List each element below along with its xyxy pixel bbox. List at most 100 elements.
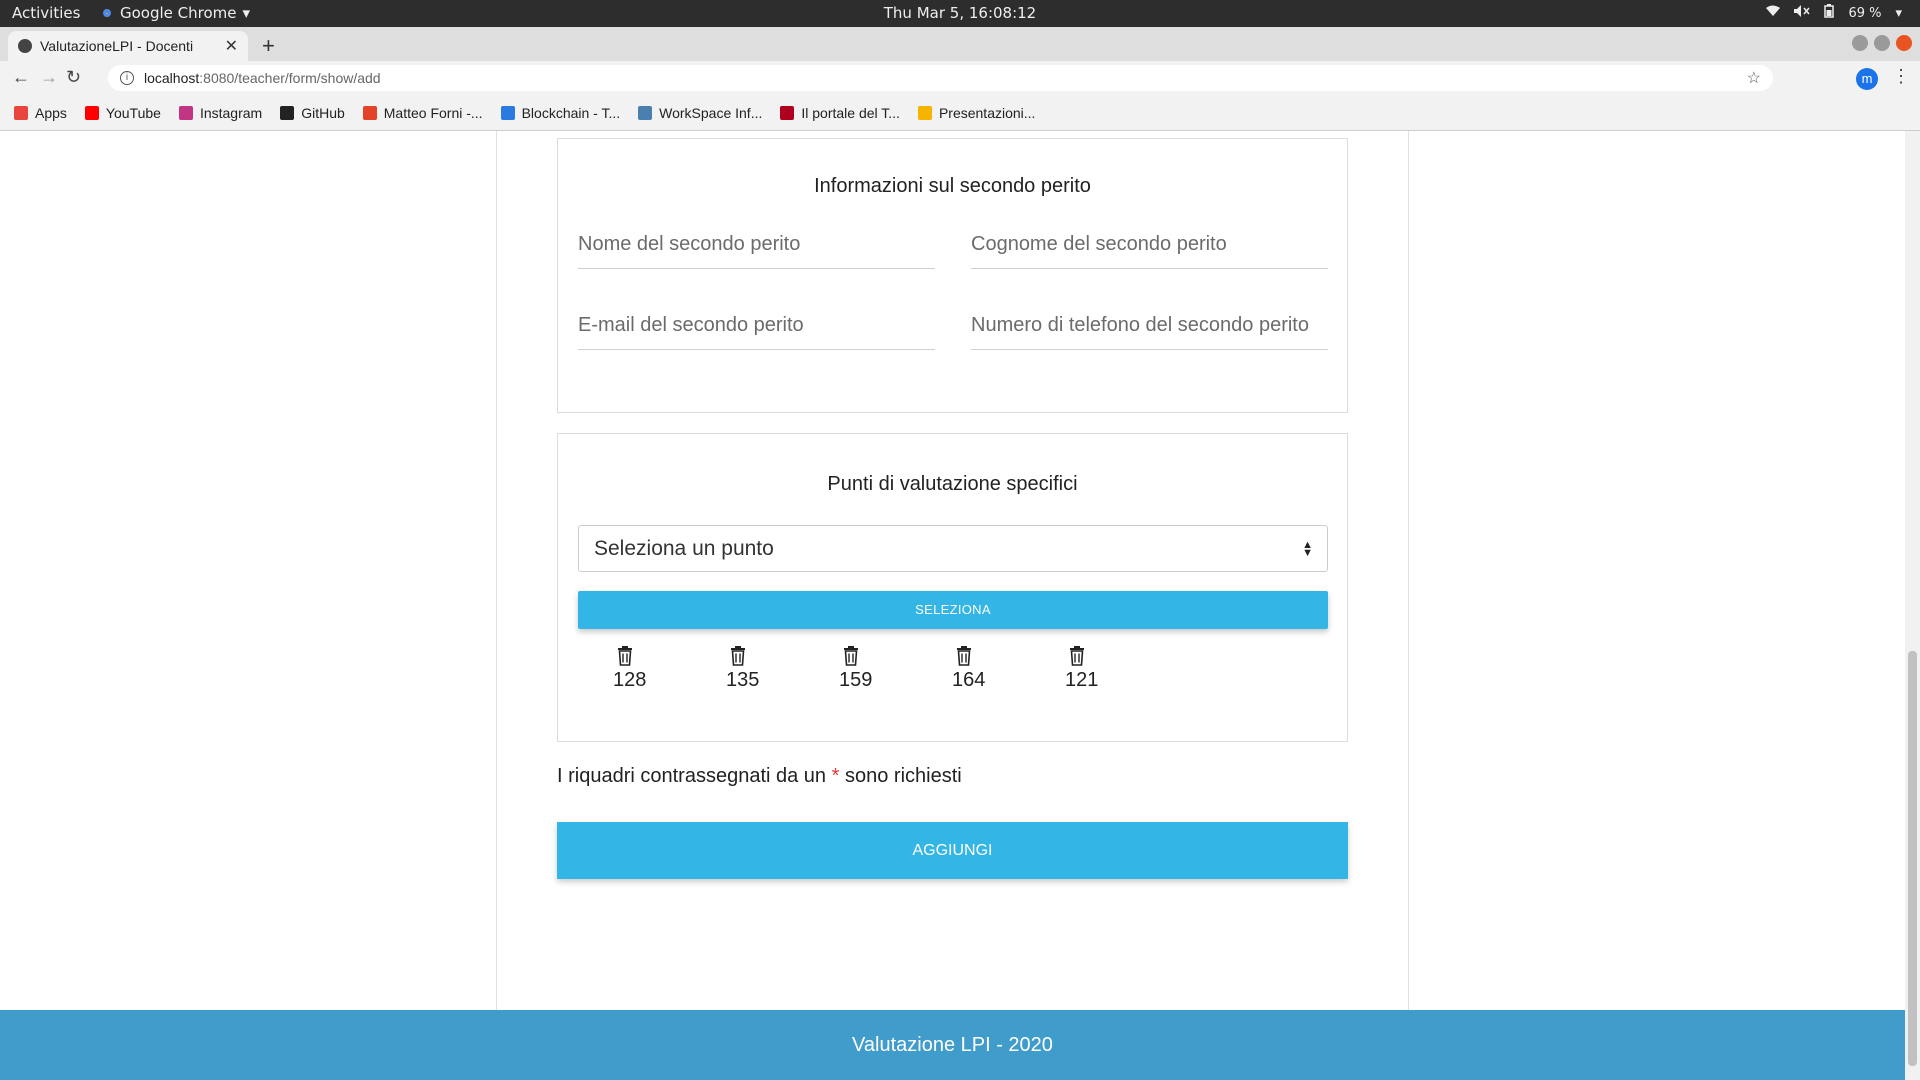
browser-toolbar: ← → ↻ i localhost:8080/teacher/form/show…: [0, 61, 1920, 95]
bookmark-favicon-icon: [280, 105, 295, 120]
bookmark-item[interactable]: Il portale del T...: [780, 105, 900, 121]
bookmark-label: GitHub: [301, 104, 345, 121]
clock[interactable]: Thu Mar 5, 16:08:12: [0, 4, 1920, 22]
system-tray[interactable]: 69 % ▾: [1766, 4, 1902, 22]
address-bar[interactable]: i localhost:8080/teacher/form/show/add ☆: [108, 65, 1773, 91]
page-viewport: Informazioni sul secondo perito Punti di…: [0, 131, 1905, 1080]
chevron-down-icon: ▾: [242, 4, 251, 22]
bookmark-label: YouTube: [105, 104, 161, 121]
required-note: I riquadri contrassegnati da un * sono r…: [557, 765, 962, 788]
bookmark-item[interactable]: WorkSpace Inf...: [638, 105, 762, 121]
point-select[interactable]: Seleziona un punto ▲ ▼: [578, 525, 1328, 572]
battery-icon: [1824, 4, 1835, 22]
phone-field[interactable]: [971, 302, 1328, 350]
required-note-text: I riquadri contrassegnati da un: [557, 765, 827, 787]
bookmark-item[interactable]: Apps: [14, 105, 67, 121]
page-scrollbar[interactable]: [1905, 131, 1920, 1080]
chrome-icon: [100, 6, 114, 20]
point-number: 128: [613, 669, 647, 691]
volume-muted-icon: [1794, 5, 1811, 21]
select-button[interactable]: SELEZIONA: [578, 591, 1328, 629]
app-name: Google Chrome: [120, 4, 237, 22]
bookmark-label: Instagram: [199, 104, 263, 121]
reload-icon[interactable]: ↻: [66, 67, 81, 88]
add-button[interactable]: AGGIUNGI: [557, 822, 1348, 879]
close-icon[interactable]: ✕: [225, 36, 238, 56]
bookmark-item[interactable]: GitHub: [280, 105, 345, 121]
bookmark-item[interactable]: Blockchain - T...: [500, 104, 621, 121]
window-controls: [1852, 35, 1912, 51]
bookmark-label: Matteo Forni -...: [383, 104, 483, 121]
more-menu-icon[interactable]: ⋮: [1892, 66, 1910, 87]
tab-title: ValutazioneLPI - Docenti: [40, 38, 194, 54]
trash-icon[interactable]: [956, 646, 972, 666]
trash-icon[interactable]: [730, 646, 746, 666]
url-path: :8080/teacher/form/show/add: [199, 70, 381, 86]
tab-strip: ValutazioneLPI - Docenti ✕ +: [0, 27, 1920, 61]
info-icon[interactable]: i: [120, 71, 134, 85]
selected-points-list: 128 135 159 164 121: [588, 646, 1153, 692]
section-title: Informazioni sul secondo perito: [814, 175, 1091, 197]
selected-point: 128: [588, 646, 701, 692]
chevron-down-icon: ▾: [1895, 5, 1902, 21]
favicon-icon: [18, 39, 32, 53]
selected-point: 164: [927, 646, 1040, 692]
wifi-icon: [1766, 5, 1781, 21]
select-value: Seleziona un punto: [594, 536, 774, 560]
trash-icon[interactable]: [617, 646, 633, 666]
selected-point: 135: [701, 646, 814, 692]
url-host: localhost: [144, 70, 200, 86]
minimize-icon[interactable]: [1852, 35, 1868, 51]
os-top-bar: Activities Google Chrome ▾ Thu Mar 5, 16…: [0, 0, 1920, 27]
email-input[interactable]: [578, 302, 935, 349]
bookmark-item[interactable]: YouTube: [84, 104, 161, 121]
browser-tab[interactable]: ValutazioneLPI - Docenti ✕: [8, 31, 248, 61]
forward-arrow-icon[interactable]: →: [40, 67, 58, 88]
bookmark-item[interactable]: Matteo Forni -...: [362, 104, 483, 121]
bookmark-favicon-icon: [362, 105, 377, 120]
bookmark-label: Il portale del T...: [801, 104, 900, 121]
bookmark-item[interactable]: Instagram: [178, 104, 263, 121]
required-note-text-end: sono richiesti: [844, 765, 962, 787]
trash-icon[interactable]: [1069, 646, 1085, 666]
first-name-field[interactable]: [578, 221, 935, 269]
trash-icon[interactable]: [843, 646, 859, 666]
bookmark-item[interactable]: Presentazioni...: [917, 105, 1035, 121]
bookmark-favicon-icon: [780, 105, 795, 120]
bookmark-favicon-icon: [500, 105, 515, 120]
last-name-field[interactable]: [971, 221, 1328, 269]
bookmarks-bar: Apps YouTube Instagram GitHub Matteo Forni -…: [0, 95, 1920, 131]
page-footer: Valutazione LPI - 2020: [0, 1010, 1905, 1080]
scrollbar-thumb[interactable]: [1908, 651, 1917, 1066]
second-expert-section: Informazioni sul secondo perito: [557, 138, 1348, 413]
selected-point: 159: [814, 646, 927, 692]
bookmark-favicon-icon: [638, 105, 653, 120]
bookmark-favicon-icon: [917, 105, 932, 120]
select-arrows-icon: ▲ ▼: [1302, 538, 1313, 559]
back-arrow-icon[interactable]: ←: [12, 67, 30, 88]
bookmark-label: Apps: [35, 104, 67, 121]
bookmark-favicon-icon: [84, 105, 99, 120]
last-name-input[interactable]: [971, 221, 1328, 268]
apps-grid-icon: [14, 105, 28, 120]
phone-input[interactable]: [971, 302, 1328, 349]
bookmark-star-icon[interactable]: ☆: [1747, 68, 1761, 88]
app-menu[interactable]: Google Chrome ▾: [100, 4, 250, 22]
new-tab-button[interactable]: +: [262, 33, 275, 59]
email-field[interactable]: [578, 302, 935, 350]
profile-avatar[interactable]: m: [1856, 68, 1878, 90]
point-number: 164: [952, 669, 986, 691]
bookmark-label: WorkSpace Inf...: [659, 104, 763, 121]
close-window-icon[interactable]: [1896, 35, 1912, 51]
required-star: *: [831, 765, 840, 787]
bookmark-label: Blockchain - T...: [521, 104, 621, 121]
bookmark-favicon-icon: [178, 105, 193, 120]
point-number: 159: [839, 669, 873, 691]
first-name-input[interactable]: [578, 221, 935, 268]
point-number: 121: [1065, 669, 1099, 691]
selected-point: 121: [1040, 646, 1153, 692]
battery-percent: 69 %: [1848, 5, 1882, 21]
activities-button[interactable]: Activities: [12, 4, 80, 22]
point-number: 135: [726, 669, 760, 691]
maximize-icon[interactable]: [1874, 35, 1890, 51]
